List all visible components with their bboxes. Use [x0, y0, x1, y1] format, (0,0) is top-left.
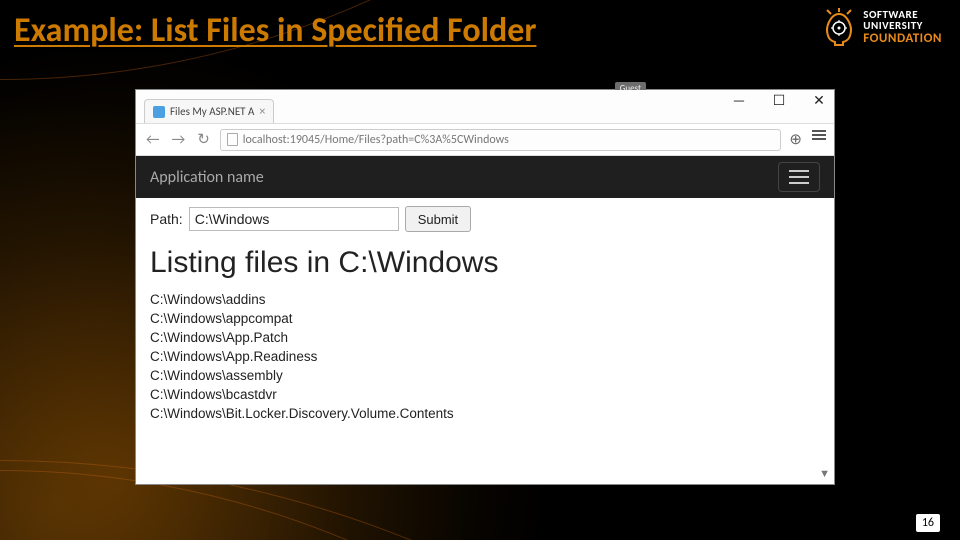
- forward-button[interactable]: →: [170, 131, 188, 149]
- path-form: Path: Submit: [150, 206, 820, 232]
- url-input[interactable]: localhost:19045/Home/Files?path=C%3A%5CW…: [220, 129, 782, 151]
- page-number: 16: [916, 514, 940, 532]
- path-label: Path:: [150, 211, 183, 227]
- tab-title: Files My ASP.NET A: [170, 105, 254, 118]
- browser-tab[interactable]: Files My ASP.NET A ×: [144, 99, 274, 123]
- slide-title: Example: List Files in Specified Folder: [14, 10, 536, 51]
- submit-button[interactable]: Submit: [405, 206, 471, 232]
- window-controls: — ☐ ✕: [730, 92, 828, 109]
- list-item: C:\Windows\bcastdvr: [150, 387, 820, 402]
- slide: Example: List Files in Specified Folder …: [0, 0, 960, 540]
- app-navbar: Application name: [136, 156, 834, 198]
- minimize-button[interactable]: —: [730, 92, 748, 109]
- scroll-down-icon[interactable]: ▼: [819, 468, 830, 480]
- tab-close-icon[interactable]: ×: [259, 105, 265, 119]
- logo-line3: FOUNDATION: [863, 32, 942, 46]
- app-menu-icon[interactable]: [778, 162, 820, 192]
- back-button[interactable]: ←: [144, 131, 162, 149]
- reload-button[interactable]: ↻: [195, 130, 212, 149]
- logo-text: SOFTWARE UNIVERSITY FOUNDATION: [863, 9, 942, 46]
- url-text: localhost:19045/Home/Files?path=C%3A%5CW…: [243, 133, 509, 147]
- list-item: C:\Windows\Bit.Locker.Discovery.Volume.C…: [150, 406, 820, 421]
- maximize-button[interactable]: ☐: [770, 92, 788, 109]
- favicon-icon: [153, 106, 165, 118]
- browser-addressbar: ← → ↻ localhost:19045/Home/Files?path=C%…: [136, 124, 834, 156]
- listing-heading: Listing files in C:\Windows: [150, 246, 820, 280]
- softuni-logo: SOFTWARE UNIVERSITY FOUNDATION: [823, 8, 942, 46]
- list-item: C:\Windows\App.Patch: [150, 330, 820, 345]
- browser-window: Guest Files My ASP.NET A × — ☐ ✕ ← → ↻ l…: [136, 90, 834, 484]
- lightbulb-icon: [823, 8, 855, 46]
- browser-menu-icon[interactable]: [812, 130, 826, 149]
- list-item: C:\Windows\App.Readiness: [150, 349, 820, 364]
- list-item: C:\Windows\addins: [150, 292, 820, 307]
- page-icon: [227, 133, 238, 146]
- list-item: C:\Windows\assembly: [150, 368, 820, 383]
- browser-titlebar: Files My ASP.NET A × — ☐ ✕: [136, 90, 834, 124]
- page-content: Path: Submit Listing files in C:\Windows…: [136, 198, 834, 484]
- close-button[interactable]: ✕: [810, 92, 828, 109]
- path-input[interactable]: [189, 207, 399, 231]
- zoom-icon[interactable]: ⊕: [789, 130, 802, 149]
- logo-line2: UNIVERSITY: [863, 20, 942, 32]
- app-name[interactable]: Application name: [150, 168, 264, 187]
- file-list: C:\Windows\addins C:\Windows\appcompat C…: [150, 292, 820, 421]
- list-item: C:\Windows\appcompat: [150, 311, 820, 326]
